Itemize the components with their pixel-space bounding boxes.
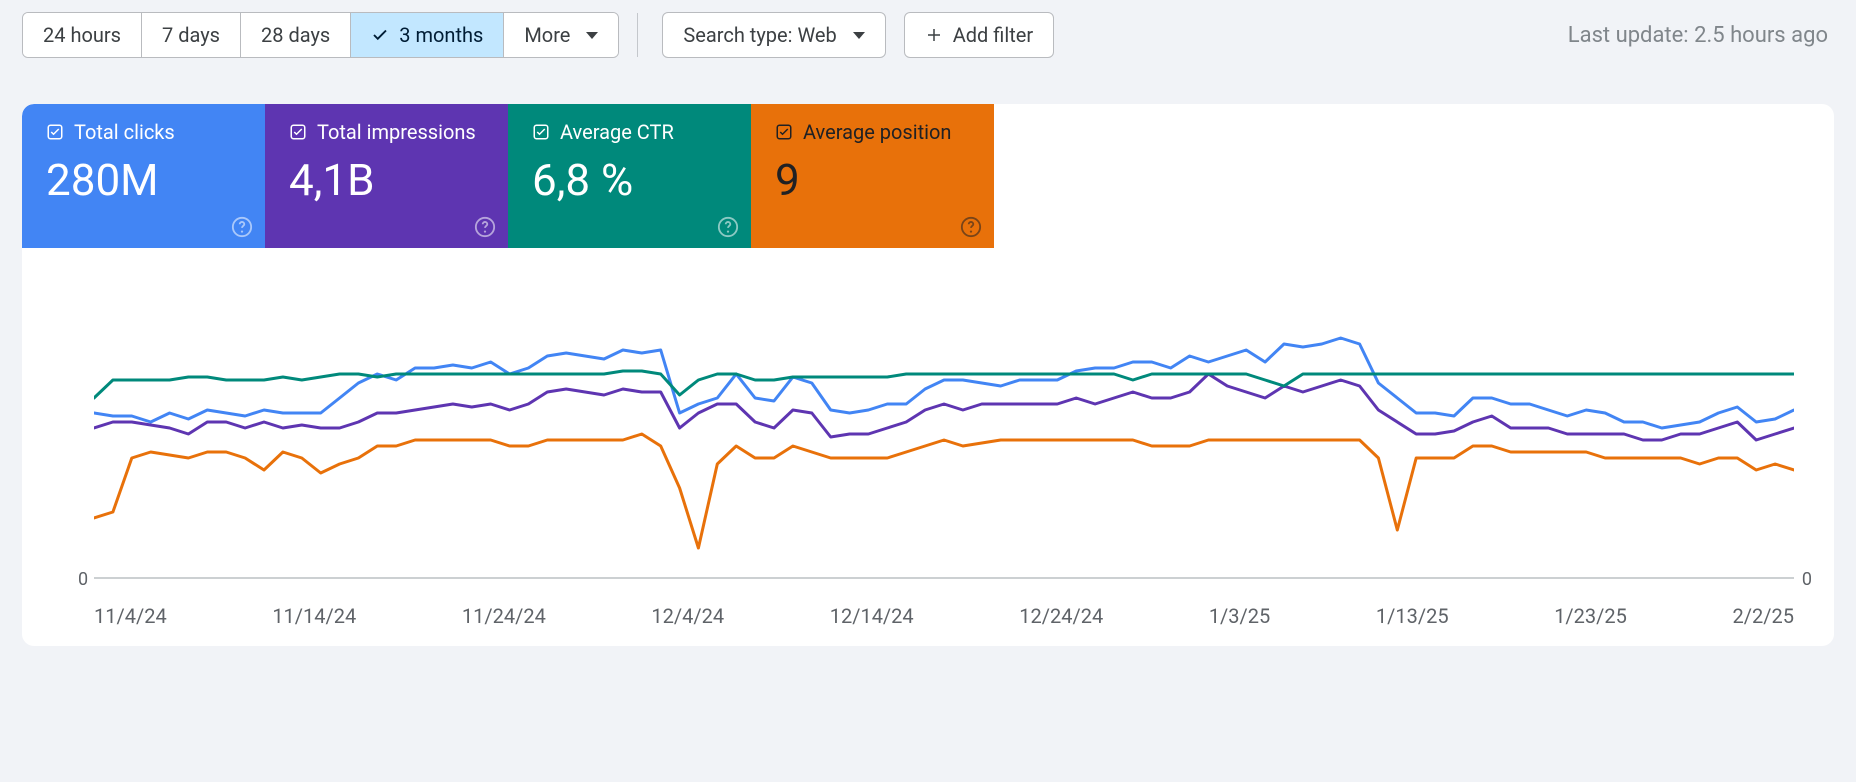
x-tick: 1/13/25 [1376, 604, 1449, 628]
x-tick: 11/24/24 [462, 604, 546, 628]
checkbox-checked-icon [775, 123, 793, 141]
help-icon[interactable] [474, 216, 496, 238]
chevron-down-icon [853, 32, 865, 39]
range-28d[interactable]: 28 days [241, 13, 351, 57]
chart-area: 0 0 11/4/24 11/14/24 11/24/24 12/4/24 12/14/… [22, 248, 1834, 646]
card-total-impressions[interactable]: Total impressions 4,1B [265, 104, 508, 248]
series-average-position [94, 434, 1794, 548]
chevron-down-icon [586, 32, 598, 39]
card-position-label: Average position [803, 120, 951, 144]
card-average-position[interactable]: Average position 9 [751, 104, 994, 248]
range-24h-label: 24 hours [43, 23, 121, 47]
x-tick: 1/3/25 [1209, 604, 1270, 628]
x-tick: 1/23/25 [1554, 604, 1627, 628]
card-impressions-value: 4,1B [289, 156, 490, 204]
range-7d-label: 7 days [162, 23, 220, 47]
y-axis-zero-right: 0 [1802, 569, 1812, 590]
x-tick: 12/14/24 [830, 604, 914, 628]
range-3m[interactable]: 3 months [351, 13, 504, 57]
x-tick: 12/4/24 [651, 604, 724, 628]
x-tick: 11/14/24 [272, 604, 356, 628]
toolbar: 24 hours 7 days 28 days 3 months More Se… [0, 0, 1856, 70]
checkbox-checked-icon [46, 123, 64, 141]
card-ctr-label: Average CTR [560, 120, 674, 144]
check-icon [371, 26, 389, 44]
card-ctr-value: 6,8 % [532, 156, 733, 204]
range-3m-label: 3 months [399, 23, 483, 47]
range-7d[interactable]: 7 days [142, 13, 241, 57]
x-tick: 2/2/25 [1733, 604, 1794, 628]
checkbox-checked-icon [532, 123, 550, 141]
add-filter-button[interactable]: Add filter [904, 12, 1054, 58]
add-filter-label: Add filter [953, 23, 1033, 47]
series-total-clicks [94, 338, 1794, 428]
x-tick: 12/24/24 [1019, 604, 1103, 628]
checkbox-checked-icon [289, 123, 307, 141]
last-update-text: Last update: 2.5 hours ago [1568, 23, 1834, 48]
card-clicks-label: Total clicks [74, 120, 175, 144]
help-icon[interactable] [960, 216, 982, 238]
performance-line-chart [94, 278, 1794, 598]
card-position-value: 9 [775, 156, 976, 204]
card-average-ctr[interactable]: Average CTR 6,8 % [508, 104, 751, 248]
toolbar-divider [637, 13, 638, 57]
card-impressions-label: Total impressions [317, 120, 476, 144]
date-range-group: 24 hours 7 days 28 days 3 months More [22, 12, 619, 58]
x-axis-ticks: 11/4/24 11/14/24 11/24/24 12/4/24 12/14/24 12… [94, 598, 1794, 646]
range-24h[interactable]: 24 hours [23, 13, 142, 57]
y-axis-zero-left: 0 [78, 569, 88, 590]
range-28d-label: 28 days [261, 23, 330, 47]
series-average-ctr [94, 371, 1794, 398]
metric-cards: Total clicks 280M Total impressions 4,1B… [22, 104, 1834, 248]
x-tick: 11/4/24 [94, 604, 167, 628]
performance-panel: Total clicks 280M Total impressions 4,1B… [22, 104, 1834, 646]
help-icon[interactable] [717, 216, 739, 238]
search-type-label: Search type: Web [683, 23, 836, 47]
card-total-clicks[interactable]: Total clicks 280M [22, 104, 265, 248]
search-type-dropdown[interactable]: Search type: Web [662, 12, 885, 58]
plus-icon [925, 26, 943, 44]
range-more[interactable]: More [504, 13, 618, 57]
card-clicks-value: 280M [46, 156, 247, 204]
range-more-label: More [524, 23, 570, 47]
help-icon[interactable] [231, 216, 253, 238]
